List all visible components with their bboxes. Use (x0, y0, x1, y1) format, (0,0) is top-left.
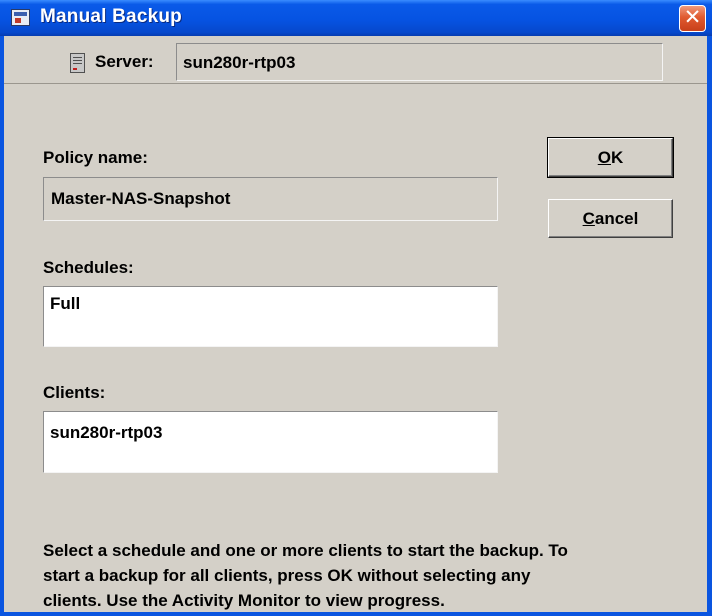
manual-backup-dialog: Manual Backup ✕ Server: sun280r-rtp03 Po… (0, 0, 712, 616)
window-title: Manual Backup (40, 6, 182, 27)
cancel-button[interactable]: Cancel (548, 199, 673, 238)
server-field: sun280r-rtp03 (176, 43, 663, 81)
policy-name-value: Master-NAS-Snapshot (51, 189, 231, 208)
app-window-icon (11, 9, 30, 26)
instructions-line: Select a schedule and one or more client… (43, 541, 568, 560)
cancel-mnemonic: C (582, 209, 595, 228)
cancel-label-rest: ancel (594, 209, 639, 228)
schedules-list[interactable]: Full (43, 286, 498, 347)
clients-label: Clients: (43, 383, 106, 402)
close-icon: ✕ (683, 6, 702, 29)
server-value: sun280r-rtp03 (183, 53, 296, 72)
server-bar: Server: sun280r-rtp03 (4, 36, 707, 84)
server-icon (70, 53, 85, 73)
clients-list[interactable]: sun280r-rtp03 (43, 411, 498, 473)
schedules-label: Schedules: (43, 258, 134, 277)
policy-name-field: Master-NAS-Snapshot (43, 177, 498, 221)
dialog-body: Server: sun280r-rtp03 Policy name: Maste… (4, 36, 707, 612)
ok-mnemonic: O (597, 148, 611, 167)
title-bar[interactable]: Manual Backup ✕ (0, 0, 712, 36)
close-button[interactable]: ✕ (679, 5, 706, 32)
ok-button[interactable]: OK (547, 137, 674, 178)
instructions-text: Select a schedule and one or more client… (43, 538, 693, 613)
server-label: Server: (95, 52, 154, 71)
instructions-line: start a backup for all clients, press OK… (43, 566, 531, 585)
instructions-line: clients. Use the Activity Monitor to vie… (43, 591, 445, 610)
client-item[interactable]: sun280r-rtp03 (50, 423, 162, 443)
ok-label-rest: K (610, 148, 624, 167)
policy-name-label: Policy name: (43, 148, 148, 167)
schedule-item-full[interactable]: Full (50, 294, 80, 314)
